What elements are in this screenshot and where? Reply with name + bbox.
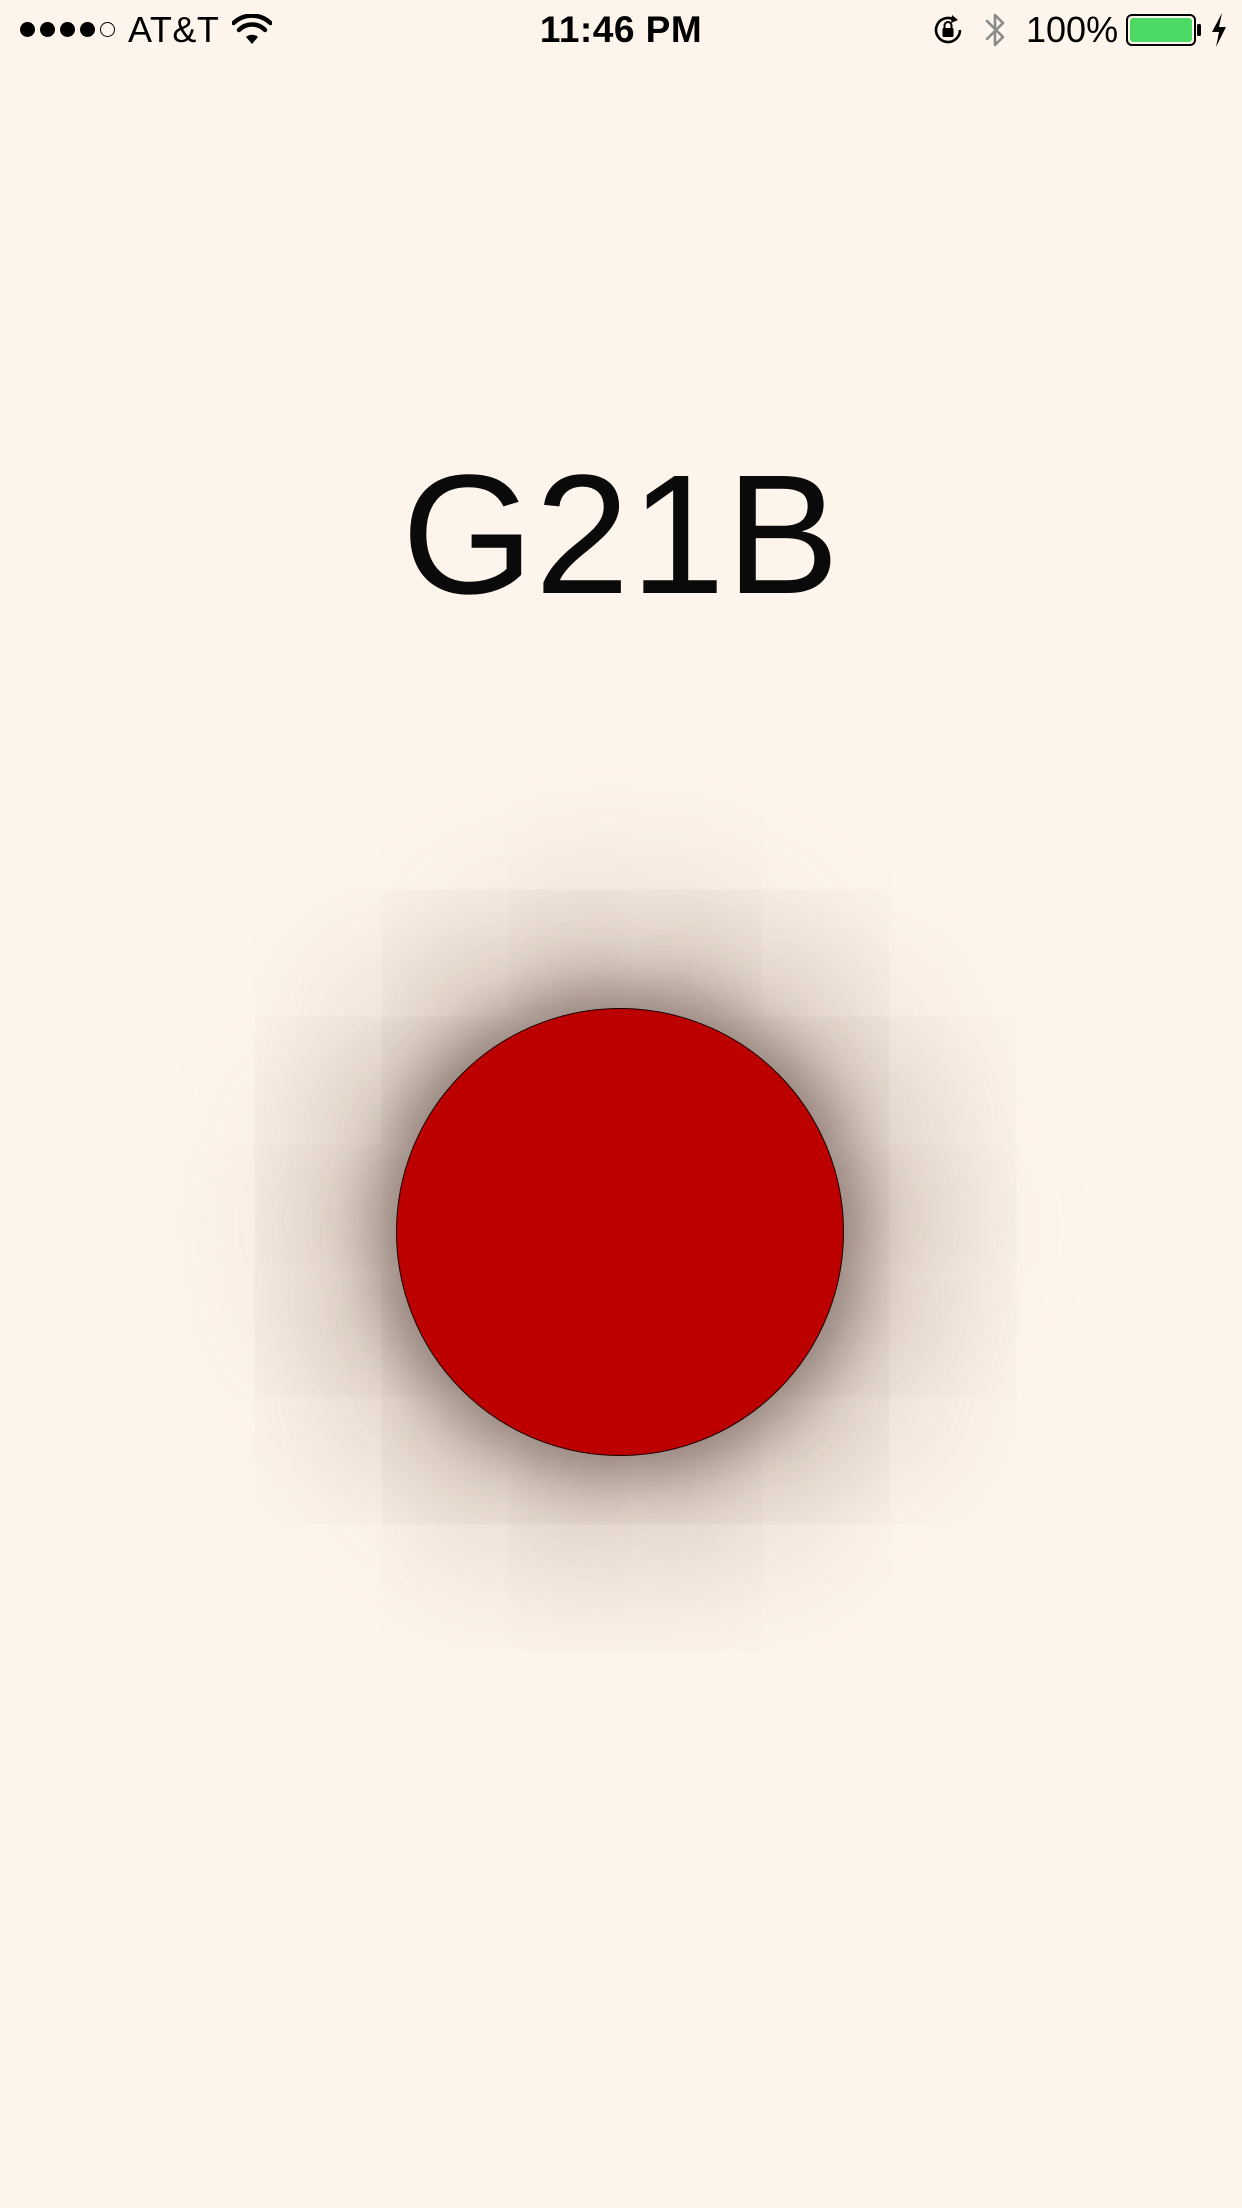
status-bar: AT&T 11:46 PM 100% — [0, 0, 1242, 60]
battery-percentage: 100% — [1026, 9, 1119, 50]
record-button[interactable] — [396, 1008, 844, 1456]
charging-icon — [1212, 13, 1226, 47]
battery-icon — [1126, 14, 1201, 46]
code-label: G21B — [401, 440, 841, 630]
bluetooth-icon — [985, 13, 1005, 47]
lock-rotation-icon — [934, 15, 962, 44]
